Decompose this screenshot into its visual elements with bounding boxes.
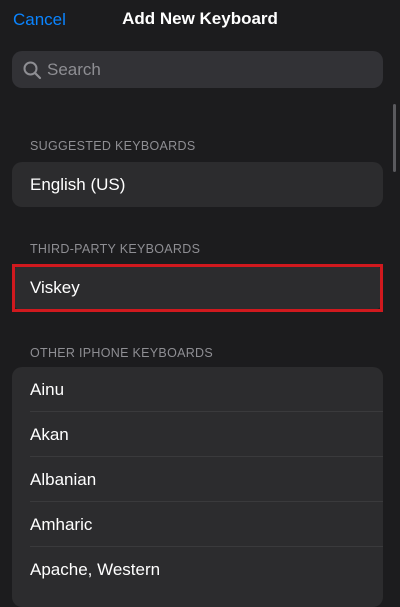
keyboard-item-label: Ainu: [30, 379, 65, 399]
keyboard-item-ainu[interactable]: Ainu: [12, 367, 383, 412]
keyboard-item-albanian[interactable]: Albanian: [12, 457, 383, 502]
keyboard-item-english-us[interactable]: English (US): [12, 162, 383, 207]
keyboard-item-akan[interactable]: Akan: [12, 412, 383, 457]
navigation-bar: Cancel Add New Keyboard: [0, 0, 400, 44]
keyboard-item-label: Akan: [30, 424, 69, 444]
keyboard-item-label: Amharic: [30, 514, 93, 534]
keyboard-item-apache-western[interactable]: Apache, Western: [12, 547, 383, 592]
other-keyboards-group: Ainu Akan Albanian Amharic Apache, Weste…: [12, 367, 383, 607]
keyboard-item-amharic[interactable]: Amharic: [12, 502, 383, 547]
search-icon: [22, 60, 42, 80]
keyboard-item-label: English (US): [30, 174, 126, 194]
page-title: Add New Keyboard: [122, 9, 278, 28]
search-placeholder: Search: [47, 59, 101, 79]
third-party-keyboards-group: Viskey: [12, 265, 383, 310]
section-header-other: OTHER IPHONE KEYBOARDS: [30, 346, 214, 360]
search-input[interactable]: Search: [12, 51, 383, 88]
scroll-indicator[interactable]: [393, 104, 396, 172]
keyboard-item-label: Albanian: [30, 469, 97, 489]
keyboard-item-label: Viskey: [30, 277, 80, 297]
keyboard-item-viskey[interactable]: Viskey: [12, 265, 383, 310]
section-header-suggested: SUGGESTED KEYBOARDS: [30, 139, 196, 153]
keyboard-item-label: Apache, Western: [30, 559, 161, 579]
section-header-third-party: THIRD-PARTY KEYBOARDS: [30, 242, 201, 256]
suggested-keyboards-group: English (US): [12, 162, 383, 207]
